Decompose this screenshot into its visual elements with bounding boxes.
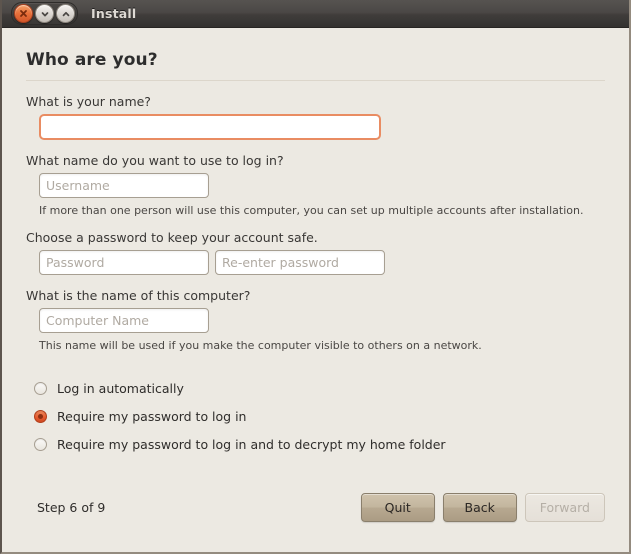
password-input[interactable] (39, 250, 209, 275)
close-icon (20, 10, 27, 17)
maximize-button[interactable] (56, 4, 75, 23)
close-button[interactable] (14, 4, 33, 23)
step-indicator: Step 6 of 9 (37, 500, 106, 515)
back-button[interactable]: Back (442, 493, 517, 522)
login-option-auto[interactable]: Log in automatically (34, 374, 605, 402)
login-option-label: Require my password to log in and to dec… (57, 436, 446, 452)
computer-name-input[interactable] (39, 308, 209, 333)
minimize-button[interactable] (35, 4, 54, 23)
radio-icon[interactable] (34, 437, 47, 451)
wizard-footer: Step 6 of 9 Quit Back Forward (26, 493, 605, 522)
window-title: Install (91, 6, 137, 21)
password-confirm-input[interactable] (215, 250, 385, 275)
quit-button[interactable]: Quit (360, 493, 435, 522)
window-titlebar: Install (2, 0, 629, 28)
login-option-password[interactable]: Require my password to log in (34, 402, 605, 430)
chevron-up-icon (62, 11, 69, 16)
name-label: What is your name? (26, 94, 151, 109)
install-content: Who are you? What is your name? What nam… (2, 28, 629, 552)
radio-icon[interactable] (34, 381, 47, 395)
password-row (39, 250, 605, 275)
footer-buttons: Quit Back Forward (360, 493, 605, 522)
page-title: Who are you? (26, 50, 158, 70)
login-options-group: Log in automatically Require my password… (26, 374, 605, 458)
install-window: Install Who are you? What is your name? … (0, 0, 631, 554)
login-option-encrypt-home[interactable]: Require my password to log in and to dec… (34, 430, 605, 458)
username-hint: If more than one person will use this co… (39, 204, 584, 217)
username-label: What name do you want to use to log in? (26, 153, 284, 168)
login-option-label: Log in automatically (57, 380, 184, 396)
window-controls (11, 2, 78, 25)
computer-name-hint: This name will be used if you make the c… (39, 339, 482, 352)
name-input[interactable] (39, 114, 381, 140)
forward-button: Forward (524, 493, 605, 522)
radio-icon[interactable] (34, 409, 47, 423)
login-option-label: Require my password to log in (57, 408, 247, 424)
username-input[interactable] (39, 173, 209, 198)
computer-name-label: What is the name of this computer? (26, 288, 251, 303)
chevron-down-icon (41, 11, 48, 16)
title-separator (26, 80, 605, 81)
password-label: Choose a password to keep your account s… (26, 230, 318, 245)
